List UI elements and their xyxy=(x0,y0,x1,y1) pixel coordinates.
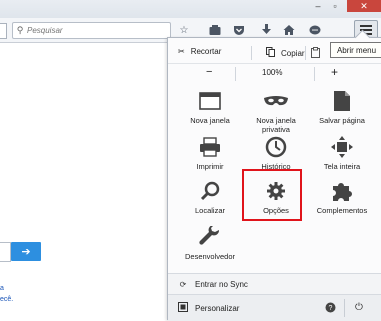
star-icon[interactable]: ☆ xyxy=(176,22,192,38)
print-button[interactable]: Imprimir xyxy=(178,134,242,171)
new-window-button[interactable]: Nova janela xyxy=(178,88,242,125)
fullscreen-button[interactable]: Tela inteira xyxy=(310,134,374,171)
divider xyxy=(235,67,236,81)
sync-label: Entrar no Sync xyxy=(195,279,248,289)
divider xyxy=(251,46,252,60)
search-input[interactable] xyxy=(27,26,157,35)
page-text-input[interactable] xyxy=(0,242,11,262)
arrow-right-icon: ➔ xyxy=(21,246,31,258)
svg-text:?: ? xyxy=(328,305,332,312)
private-window-label: Nova janela privativa xyxy=(256,116,296,134)
zoom-in-button[interactable]: + xyxy=(331,65,338,79)
divider xyxy=(314,67,315,81)
divider xyxy=(344,299,345,317)
page-link[interactable]: a xyxy=(0,285,4,292)
chat-icon[interactable] xyxy=(307,22,323,38)
private-window-button[interactable]: Nova janela privativa xyxy=(244,88,308,134)
history-button[interactable]: Histórico xyxy=(244,134,308,171)
new-window-icon xyxy=(178,88,242,114)
zoom-reset-button[interactable]: 100% xyxy=(262,68,282,77)
paste-button[interactable] xyxy=(311,47,320,60)
addons-button[interactable]: Complementos xyxy=(310,178,374,215)
downloads-icon[interactable] xyxy=(258,22,274,38)
divider xyxy=(305,46,306,60)
fullscreen-label: Tela inteira xyxy=(323,162,361,171)
history-icon xyxy=(244,134,308,160)
sync-signin-button[interactable]: ⟳ Entrar no Sync xyxy=(168,273,381,294)
find-label: Localizar xyxy=(194,206,225,215)
clipboard-icon xyxy=(311,47,320,60)
page-go-button[interactable]: ➔ xyxy=(11,242,41,261)
search-box[interactable]: ⚲ xyxy=(12,22,171,39)
help-button[interactable]: ? xyxy=(321,300,339,315)
copy-icon xyxy=(266,47,275,59)
developer-wrench-icon xyxy=(178,224,242,250)
page-link[interactable]: ecê. xyxy=(0,296,13,303)
search-icon: ⚲ xyxy=(16,25,24,35)
sync-icon: ⟳ xyxy=(179,279,187,289)
private-window-icon xyxy=(244,88,308,114)
customize-button[interactable]: Personalizar xyxy=(195,304,239,313)
url-bar-edge[interactable] xyxy=(0,23,7,39)
save-page-button[interactable]: Salvar página xyxy=(310,88,374,125)
developer-button[interactable]: Desenvolvedor xyxy=(178,224,242,261)
home-icon[interactable] xyxy=(281,22,297,38)
developer-label: Desenvolvedor xyxy=(184,252,236,261)
cut-label: Recortar xyxy=(190,47,222,56)
scissors-icon: ✂ xyxy=(178,47,185,56)
fullscreen-icon xyxy=(310,134,374,160)
maximize-icon[interactable]: ▫ xyxy=(328,0,342,12)
close-window-icon[interactable]: ✕ xyxy=(347,0,381,12)
pocket-icon[interactable] xyxy=(231,22,247,38)
window-titlebar: – ▫ ✕ xyxy=(0,0,381,18)
copy-button[interactable]: Copiar xyxy=(266,47,305,59)
addons-label: Complementos xyxy=(316,206,368,215)
copy-label: Copiar xyxy=(281,48,305,58)
zoom-controls-row: − 100% + xyxy=(168,63,381,82)
zoom-out-button[interactable]: − xyxy=(206,66,212,78)
save-page-label: Salvar página xyxy=(319,116,365,125)
customize-icon xyxy=(176,302,190,314)
open-menu-tooltip: Abrir menu xyxy=(330,42,381,58)
panel-footer: Personalizar ? ⏻ xyxy=(168,294,381,321)
find-button[interactable]: Localizar xyxy=(178,178,242,215)
reading-list-icon[interactable] xyxy=(207,22,223,38)
options-highlight-box xyxy=(242,169,302,221)
minimize-icon[interactable]: – xyxy=(311,0,325,12)
addons-puzzle-icon xyxy=(310,178,374,204)
save-page-icon xyxy=(310,88,374,114)
print-label: Imprimir xyxy=(196,162,224,171)
cut-button[interactable]: ✂ Recortar xyxy=(178,47,221,56)
quit-button[interactable]: ⏻ xyxy=(350,300,368,315)
print-icon xyxy=(178,134,242,160)
find-icon xyxy=(178,178,242,204)
power-icon: ⏻ xyxy=(355,302,363,313)
new-window-label: Nova janela xyxy=(190,116,230,125)
help-icon: ? xyxy=(325,302,335,313)
